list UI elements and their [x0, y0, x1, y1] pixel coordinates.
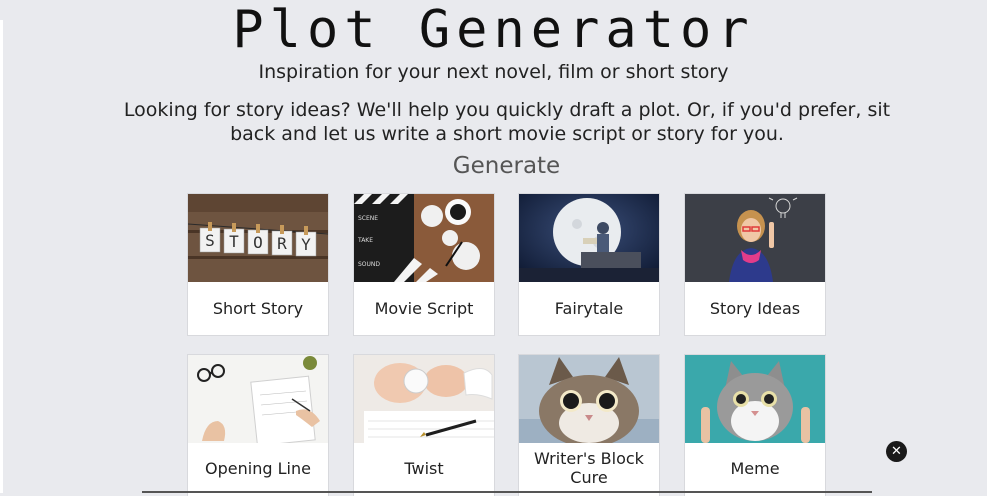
- story-letter-5: Y: [301, 235, 311, 254]
- story-letter-2: T: [229, 232, 239, 251]
- intro-paragraph: Looking for story ideas? We'll help you …: [123, 99, 891, 145]
- close-icon[interactable]: ✕: [886, 441, 907, 462]
- page-edge: [0, 20, 3, 493]
- card-label-twist: Twist: [404, 458, 444, 478]
- card-short-story[interactable]: S T O R Y Short Story: [188, 194, 328, 335]
- clapper-word-take: TAKE: [357, 237, 373, 244]
- story-letter-3: O: [253, 233, 263, 252]
- fairytale-image: [519, 194, 659, 282]
- card-story-ideas[interactable]: Story Ideas: [685, 194, 825, 335]
- page-subtitle: Inspiration for your next novel, film or…: [258, 61, 729, 83]
- card-label-movie-script: Movie Script: [374, 299, 474, 318]
- card-writers-block-cure[interactable]: Writer's Block Cure: [519, 355, 659, 496]
- page-title: Plot Generator: [232, 0, 755, 60]
- clapper-word-scene: SCENE: [358, 215, 378, 222]
- movie-script-image: SCENE TAKE SOUND: [354, 194, 494, 282]
- card-label-writers-block-cure: Writer's Block Cure: [534, 449, 644, 487]
- card-fairytale[interactable]: Fairytale: [519, 194, 659, 335]
- opening-line-image: [188, 355, 328, 443]
- generate-heading: Generate: [452, 153, 561, 179]
- story-letter-4: R: [277, 234, 287, 253]
- card-label-meme: Meme: [730, 458, 780, 478]
- story-letter-1: S: [205, 231, 215, 250]
- clapper-word-sound: SOUND: [358, 261, 380, 268]
- card-meme[interactable]: Meme: [685, 355, 825, 496]
- twist-image: [354, 355, 494, 443]
- card-movie-script[interactable]: SCENE TAKE SOUND Movie Script: [354, 194, 494, 335]
- card-twist[interactable]: Twist: [354, 355, 494, 496]
- card-opening-line[interactable]: Opening Line: [188, 355, 328, 496]
- writers-block-cure-image: [519, 355, 659, 443]
- card-label-fairytale: Fairytale: [554, 299, 624, 318]
- card-label-story-ideas: Story Ideas: [709, 299, 801, 318]
- story-ideas-image: [685, 194, 825, 282]
- short-story-image: S T O R Y: [188, 194, 328, 282]
- meme-image: [685, 355, 825, 443]
- card-label-short-story: Short Story: [212, 299, 304, 318]
- card-label-opening-line: Opening Line: [205, 458, 311, 478]
